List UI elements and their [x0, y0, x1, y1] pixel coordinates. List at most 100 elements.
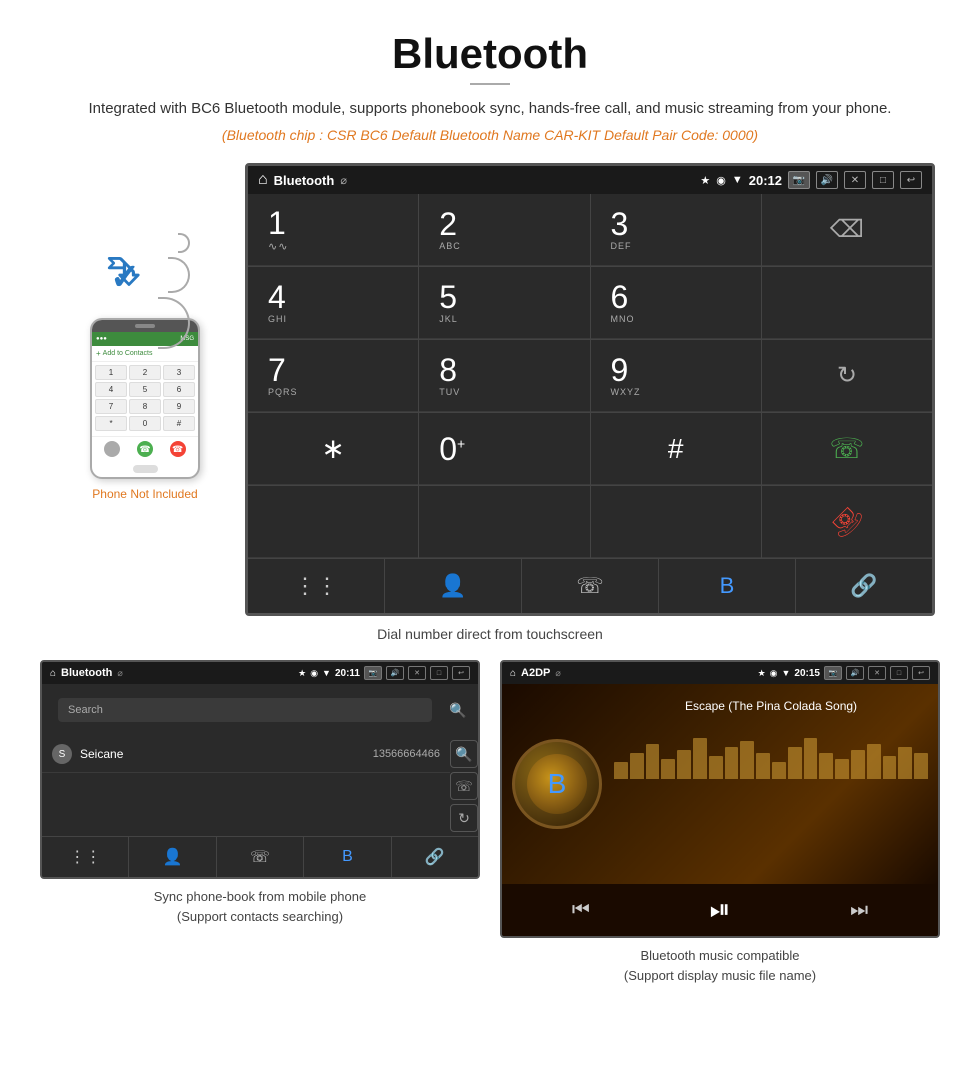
phone-btn-back	[104, 441, 120, 457]
key-9[interactable]: 9 WXYZ	[591, 340, 761, 412]
contact-letter-s: S	[52, 744, 72, 764]
status-bar-right: ★ ◉ ▼ 20:12 📷 🔊 ✕ □ ↩	[700, 171, 922, 189]
pb-time: 20:11	[335, 668, 360, 679]
music-cam-btn[interactable]: 📷	[824, 666, 842, 680]
phonebook-right-actions: 🔍 ☏ ↻	[450, 736, 478, 836]
key-5[interactable]: 5 JKL	[419, 267, 589, 339]
pb-action-contacts[interactable]: 👤	[129, 837, 216, 877]
title-divider	[470, 83, 510, 85]
key-call-red[interactable]: ☏	[762, 486, 932, 558]
phone-illustration-area: ✓ ⮷ ●●● MSG + Add to Contacts	[45, 163, 245, 501]
phone-not-included-label: Phone Not Included	[92, 487, 197, 501]
music-bt-icon: ★	[758, 668, 766, 679]
volume-icon-btn[interactable]: 🔊	[816, 171, 838, 189]
phonebook-search-icon[interactable]: 🔍	[446, 698, 470, 722]
pb-action-grid[interactable]: ⋮⋮	[42, 837, 129, 877]
phone-btn-end: ☎	[170, 441, 186, 457]
music-song-title: Escape (The Pina Colada Song)	[614, 699, 928, 713]
bluetooth-signal-graphic: ✓ ⮷	[100, 223, 190, 303]
key-hash[interactable]: #	[591, 413, 761, 485]
phonebook-search-row: Search 🔍	[42, 684, 478, 736]
pb-call-action[interactable]: ☏	[450, 772, 478, 800]
location-icon: ◉	[716, 174, 726, 187]
phone-home-button	[133, 465, 158, 473]
pb-search-action[interactable]: 🔍	[450, 740, 478, 768]
key-4[interactable]: 4 GHI	[248, 267, 418, 339]
music-next-btn[interactable]: ⏭	[850, 899, 868, 922]
key-empty-r5a	[248, 486, 418, 558]
signal-arcs	[143, 233, 190, 353]
pb-loc-icon: ◉	[310, 668, 318, 679]
phonebook-android-screen: ⌂ Bluetooth ⌀ ★ ◉ ▼ 20:11 📷 🔊 ✕ □ ↩ Sear…	[40, 660, 480, 879]
pb-cam-btn[interactable]: 📷	[364, 666, 382, 680]
pb-action-phone[interactable]: ☏	[217, 837, 304, 877]
music-home-icon[interactable]: ⌂	[510, 668, 516, 679]
page-title: Bluetooth	[0, 0, 980, 83]
camera-icon-btn[interactable]: 📷	[788, 171, 810, 189]
music-play-pause-btn[interactable]: ⏯	[710, 894, 731, 926]
chip-info: (Bluetooth chip : CSR BC6 Default Blueto…	[0, 127, 980, 143]
music-prev-btn[interactable]: ⏮	[572, 899, 590, 922]
phonebook-list: S Seicane 13566664466	[42, 736, 450, 836]
pb-bt-icon: ★	[298, 668, 306, 679]
phonebook-search-box[interactable]: Search	[58, 698, 432, 722]
main-content-area: ✓ ⮷ ●●● MSG + Add to Contacts	[0, 163, 980, 616]
pb-action-link[interactable]: 🔗	[392, 837, 478, 877]
key-star[interactable]: ∗	[248, 413, 418, 485]
home-icon[interactable]: ⌂	[258, 171, 268, 189]
key-0[interactable]: 0+	[419, 413, 589, 485]
back-icon-btn[interactable]: ↩	[900, 171, 922, 189]
key-3[interactable]: 3 DEF	[591, 194, 761, 266]
subtitle-text: Integrated with BC6 Bluetooth module, su…	[0, 97, 980, 121]
key-empty-r5b	[419, 486, 589, 558]
contact-row-seicane[interactable]: S Seicane 13566664466	[42, 736, 450, 773]
usb-icon: ⌀	[340, 174, 347, 187]
key-reload[interactable]: ↻	[762, 340, 932, 412]
phone-btn-call: ☎	[137, 441, 153, 457]
key-7[interactable]: 7 PQRS	[248, 340, 418, 412]
album-art: B	[512, 739, 602, 829]
music-win-btn[interactable]: □	[890, 666, 908, 680]
bt-logo: ⮷	[108, 250, 140, 295]
pb-home-icon[interactable]: ⌂	[50, 668, 56, 679]
pb-back-btn[interactable]: ↩	[452, 666, 470, 680]
dialpad-action-bar: ⋮⋮ 👤 ☏ B 🔗	[248, 558, 932, 613]
pb-reload-action[interactable]: ↻	[450, 804, 478, 832]
action-link-btn[interactable]: 🔗	[796, 559, 932, 613]
key-2[interactable]: 2 ABC	[419, 194, 589, 266]
music-signal-icon: ▼	[782, 668, 791, 678]
window-icon-btn[interactable]: □	[872, 171, 894, 189]
music-close-btn[interactable]: ✕	[868, 666, 886, 680]
music-caption: Bluetooth music compatible (Support disp…	[624, 946, 816, 985]
key-8[interactable]: 8 TUV	[419, 340, 589, 412]
pb-action-bt[interactable]: B	[304, 837, 391, 877]
action-bluetooth-btn[interactable]: B	[659, 559, 796, 613]
pb-usb-icon: ⌀	[117, 668, 122, 679]
dialpad-grid: 1 ∿∿ 2 ABC 3 DEF ⌫ 4 GHI 5 JKL	[248, 194, 932, 558]
action-phone-btn[interactable]: ☏	[522, 559, 659, 613]
music-back-btn[interactable]: ↩	[912, 666, 930, 680]
key-empty-r2	[762, 267, 932, 339]
pb-win-btn[interactable]: □	[430, 666, 448, 680]
music-content-area: B Escape (The Pina Colada Song)	[502, 684, 938, 884]
status-bar-left: ⌂ Bluetooth ⌀	[258, 171, 347, 189]
contact-number: 13566664466	[373, 748, 440, 760]
key-call-green[interactable]: ☏	[762, 413, 932, 485]
dialpad-caption: Dial number direct from touchscreen	[0, 626, 980, 642]
close-icon-btn[interactable]: ✕	[844, 171, 866, 189]
action-contacts-btn[interactable]: 👤	[385, 559, 522, 613]
action-grid-btn[interactable]: ⋮⋮	[248, 559, 385, 613]
music-loc-icon: ◉	[770, 668, 778, 679]
key-backspace[interactable]: ⌫	[762, 194, 932, 266]
pb-close-btn[interactable]: ✕	[408, 666, 426, 680]
pb-screen-title: Bluetooth	[61, 667, 112, 679]
music-vol-btn[interactable]: 🔊	[846, 666, 864, 680]
key-1[interactable]: 1 ∿∿	[248, 194, 418, 266]
dialpad-android-screen: ⌂ Bluetooth ⌀ ★ ◉ ▼ 20:12 📷 🔊 ✕ □ ↩ 1 ∿∿	[245, 163, 935, 616]
music-controls: ⏮ ⏯ ⏭	[502, 884, 938, 936]
music-info: Escape (The Pina Colada Song)	[614, 694, 928, 874]
album-art-inner: B	[527, 754, 587, 814]
key-6[interactable]: 6 MNO	[591, 267, 761, 339]
key-empty-r5c	[591, 486, 761, 558]
pb-vol-btn[interactable]: 🔊	[386, 666, 404, 680]
